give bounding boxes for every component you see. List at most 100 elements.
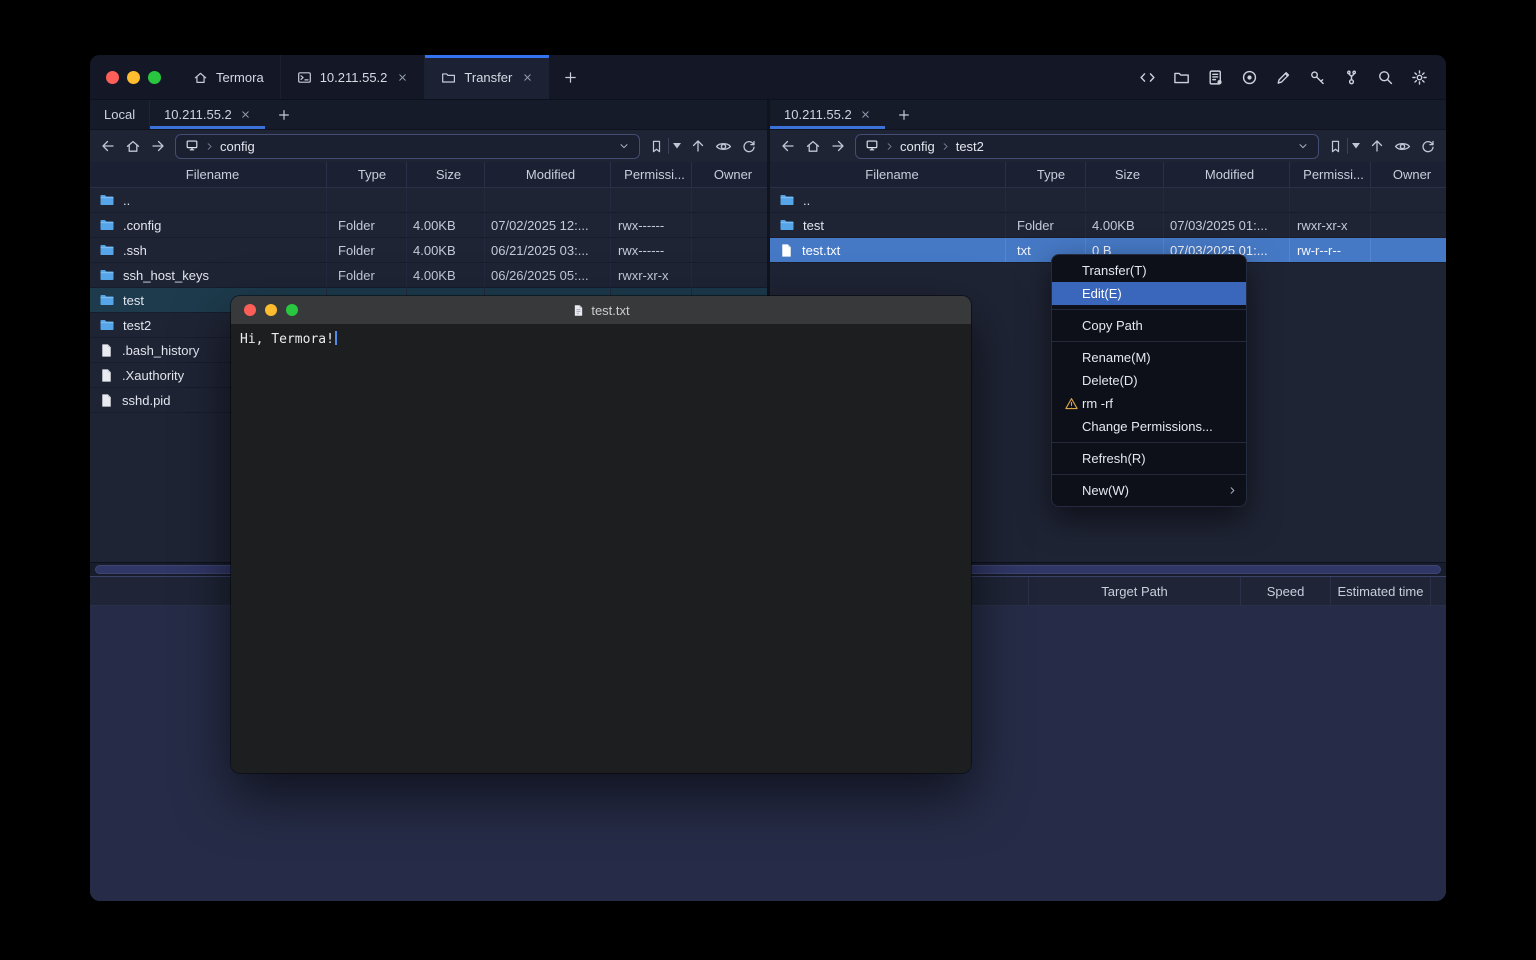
chevron-right-icon xyxy=(885,142,894,151)
column-header-size[interactable]: Size xyxy=(406,162,484,187)
back-button[interactable] xyxy=(100,138,116,154)
chevron-down-icon[interactable] xyxy=(618,140,630,152)
column-header-type[interactable]: Type xyxy=(1005,162,1085,187)
column-header-filename[interactable]: Filename xyxy=(770,162,1005,187)
close-window-button[interactable] xyxy=(106,71,119,84)
tab-local[interactable]: Local xyxy=(90,100,150,129)
keymap-button[interactable] xyxy=(1343,69,1360,86)
close-tab-icon[interactable] xyxy=(240,109,251,120)
menu-item-edit[interactable]: Edit(E) xyxy=(1052,282,1246,305)
tab-label: Transfer xyxy=(464,70,512,85)
tab-session-10-211-55-2[interactable]: 10.211.55.2 xyxy=(281,55,426,99)
forward-button[interactable] xyxy=(150,138,166,154)
close-tab-icon[interactable] xyxy=(860,109,871,120)
bookmark-button[interactable] xyxy=(649,139,664,154)
new-pane-tab-button[interactable] xyxy=(885,100,923,129)
key-button[interactable] xyxy=(1309,69,1326,86)
tab-transfer[interactable]: Transfer xyxy=(425,55,549,99)
new-tab-button[interactable] xyxy=(549,55,592,99)
column-header-filename[interactable]: Filename xyxy=(90,162,326,187)
edit-button[interactable] xyxy=(1275,69,1292,86)
chevron-right-icon xyxy=(205,142,214,151)
home-button[interactable] xyxy=(125,138,141,154)
file-name: .bash_history xyxy=(122,343,199,358)
file-row[interactable]: test Folder 4.00KB 07/03/2025 01:... rwx… xyxy=(770,213,1446,238)
minimize-window-button[interactable] xyxy=(127,71,140,84)
column-header-speed[interactable]: Speed xyxy=(1240,577,1330,605)
menu-separator xyxy=(1052,341,1246,342)
menu-item-rm-rf[interactable]: rm -rf xyxy=(1052,392,1246,415)
folder-icon xyxy=(99,242,115,258)
bookmark-dropdown-icon[interactable] xyxy=(1352,143,1360,149)
menu-item-transfer[interactable]: Transfer(T) xyxy=(1052,259,1246,282)
right-pane-tab-bar: 10.211.55.2 xyxy=(770,100,1446,130)
file-row[interactable]: ssh_host_keys Folder 4.00KB 06/26/2025 0… xyxy=(90,263,767,288)
column-header-permissions[interactable]: Permissi... xyxy=(610,162,691,187)
record-button[interactable] xyxy=(1241,69,1258,86)
column-header-owner[interactable]: Owner xyxy=(1370,162,1446,187)
log-button[interactable] xyxy=(1207,69,1224,86)
file-row[interactable]: .. xyxy=(90,188,767,213)
file-row[interactable]: .ssh Folder 4.00KB 06/21/2025 03:... rwx… xyxy=(90,238,767,263)
file-name: test xyxy=(803,218,824,233)
folder-icon xyxy=(99,317,115,333)
path-segment: test2 xyxy=(956,139,984,154)
editor-titlebar[interactable]: test.txt xyxy=(231,296,971,324)
path-bar[interactable]: config test2 xyxy=(855,134,1319,159)
tab-remote-session[interactable]: 10.211.55.2 xyxy=(150,100,265,129)
column-header-owner[interactable]: Owner xyxy=(691,162,767,187)
show-hidden-files-button[interactable] xyxy=(1394,138,1411,155)
tab-termora[interactable]: Termora xyxy=(177,55,281,99)
submenu-chevron-icon xyxy=(1227,485,1238,496)
menu-item-copy-path[interactable]: Copy Path xyxy=(1052,314,1246,337)
file-row[interactable]: .. xyxy=(770,188,1446,213)
editor-text-area[interactable]: Hi, Termora! xyxy=(231,324,971,773)
column-header-target-path[interactable]: Target Path xyxy=(1028,577,1240,605)
code-button[interactable] xyxy=(1139,69,1156,86)
column-header-modified[interactable]: Modified xyxy=(1163,162,1289,187)
close-tab-icon[interactable] xyxy=(522,72,533,83)
path-bar[interactable]: config xyxy=(175,134,640,159)
folder-button[interactable] xyxy=(1173,69,1190,86)
chevron-down-icon[interactable] xyxy=(1297,140,1309,152)
bookmark-dropdown-icon[interactable] xyxy=(673,143,681,149)
refresh-button[interactable] xyxy=(741,138,757,154)
tab-remote-session[interactable]: 10.211.55.2 xyxy=(770,100,885,129)
column-header-estimated-time[interactable]: Estimated time xyxy=(1330,577,1430,605)
search-button[interactable] xyxy=(1377,69,1394,86)
menu-item-rename[interactable]: Rename(M) xyxy=(1052,346,1246,369)
zoom-window-button[interactable] xyxy=(286,304,298,316)
show-hidden-files-button[interactable] xyxy=(715,138,732,155)
settings-button[interactable] xyxy=(1411,69,1428,86)
minimize-window-button[interactable] xyxy=(265,304,277,316)
file-name: .. xyxy=(803,193,810,208)
menu-item-change-permissions[interactable]: Change Permissions... xyxy=(1052,415,1246,438)
column-header-type[interactable]: Type xyxy=(326,162,406,187)
file-icon xyxy=(99,393,114,408)
folder-icon xyxy=(779,192,795,208)
parent-directory-button[interactable] xyxy=(690,138,706,154)
column-header-permissions[interactable]: Permissi... xyxy=(1289,162,1370,187)
menu-item-refresh[interactable]: Refresh(R) xyxy=(1052,447,1246,470)
parent-directory-button[interactable] xyxy=(1369,138,1385,154)
menu-item-delete[interactable]: Delete(D) xyxy=(1052,369,1246,392)
column-header-modified[interactable]: Modified xyxy=(484,162,610,187)
close-window-button[interactable] xyxy=(244,304,256,316)
menu-item-new[interactable]: New(W) xyxy=(1052,479,1246,502)
window-controls xyxy=(90,55,177,99)
file-row[interactable]: .config Folder 4.00KB 07/02/2025 12:... … xyxy=(90,213,767,238)
bookmark-button[interactable] xyxy=(1328,139,1343,154)
zoom-window-button[interactable] xyxy=(148,71,161,84)
back-button[interactable] xyxy=(780,138,796,154)
file-table-header: Filename Type Size Modified Permissi... … xyxy=(770,162,1446,188)
folder-icon xyxy=(99,217,115,233)
folder-icon xyxy=(441,70,456,85)
close-tab-icon[interactable] xyxy=(397,72,408,83)
column-header-size[interactable]: Size xyxy=(1085,162,1163,187)
home-button[interactable] xyxy=(805,138,821,154)
computer-icon xyxy=(865,138,879,155)
refresh-button[interactable] xyxy=(1420,138,1436,154)
new-pane-tab-button[interactable] xyxy=(265,100,303,129)
forward-button[interactable] xyxy=(830,138,846,154)
menu-separator xyxy=(1052,442,1246,443)
